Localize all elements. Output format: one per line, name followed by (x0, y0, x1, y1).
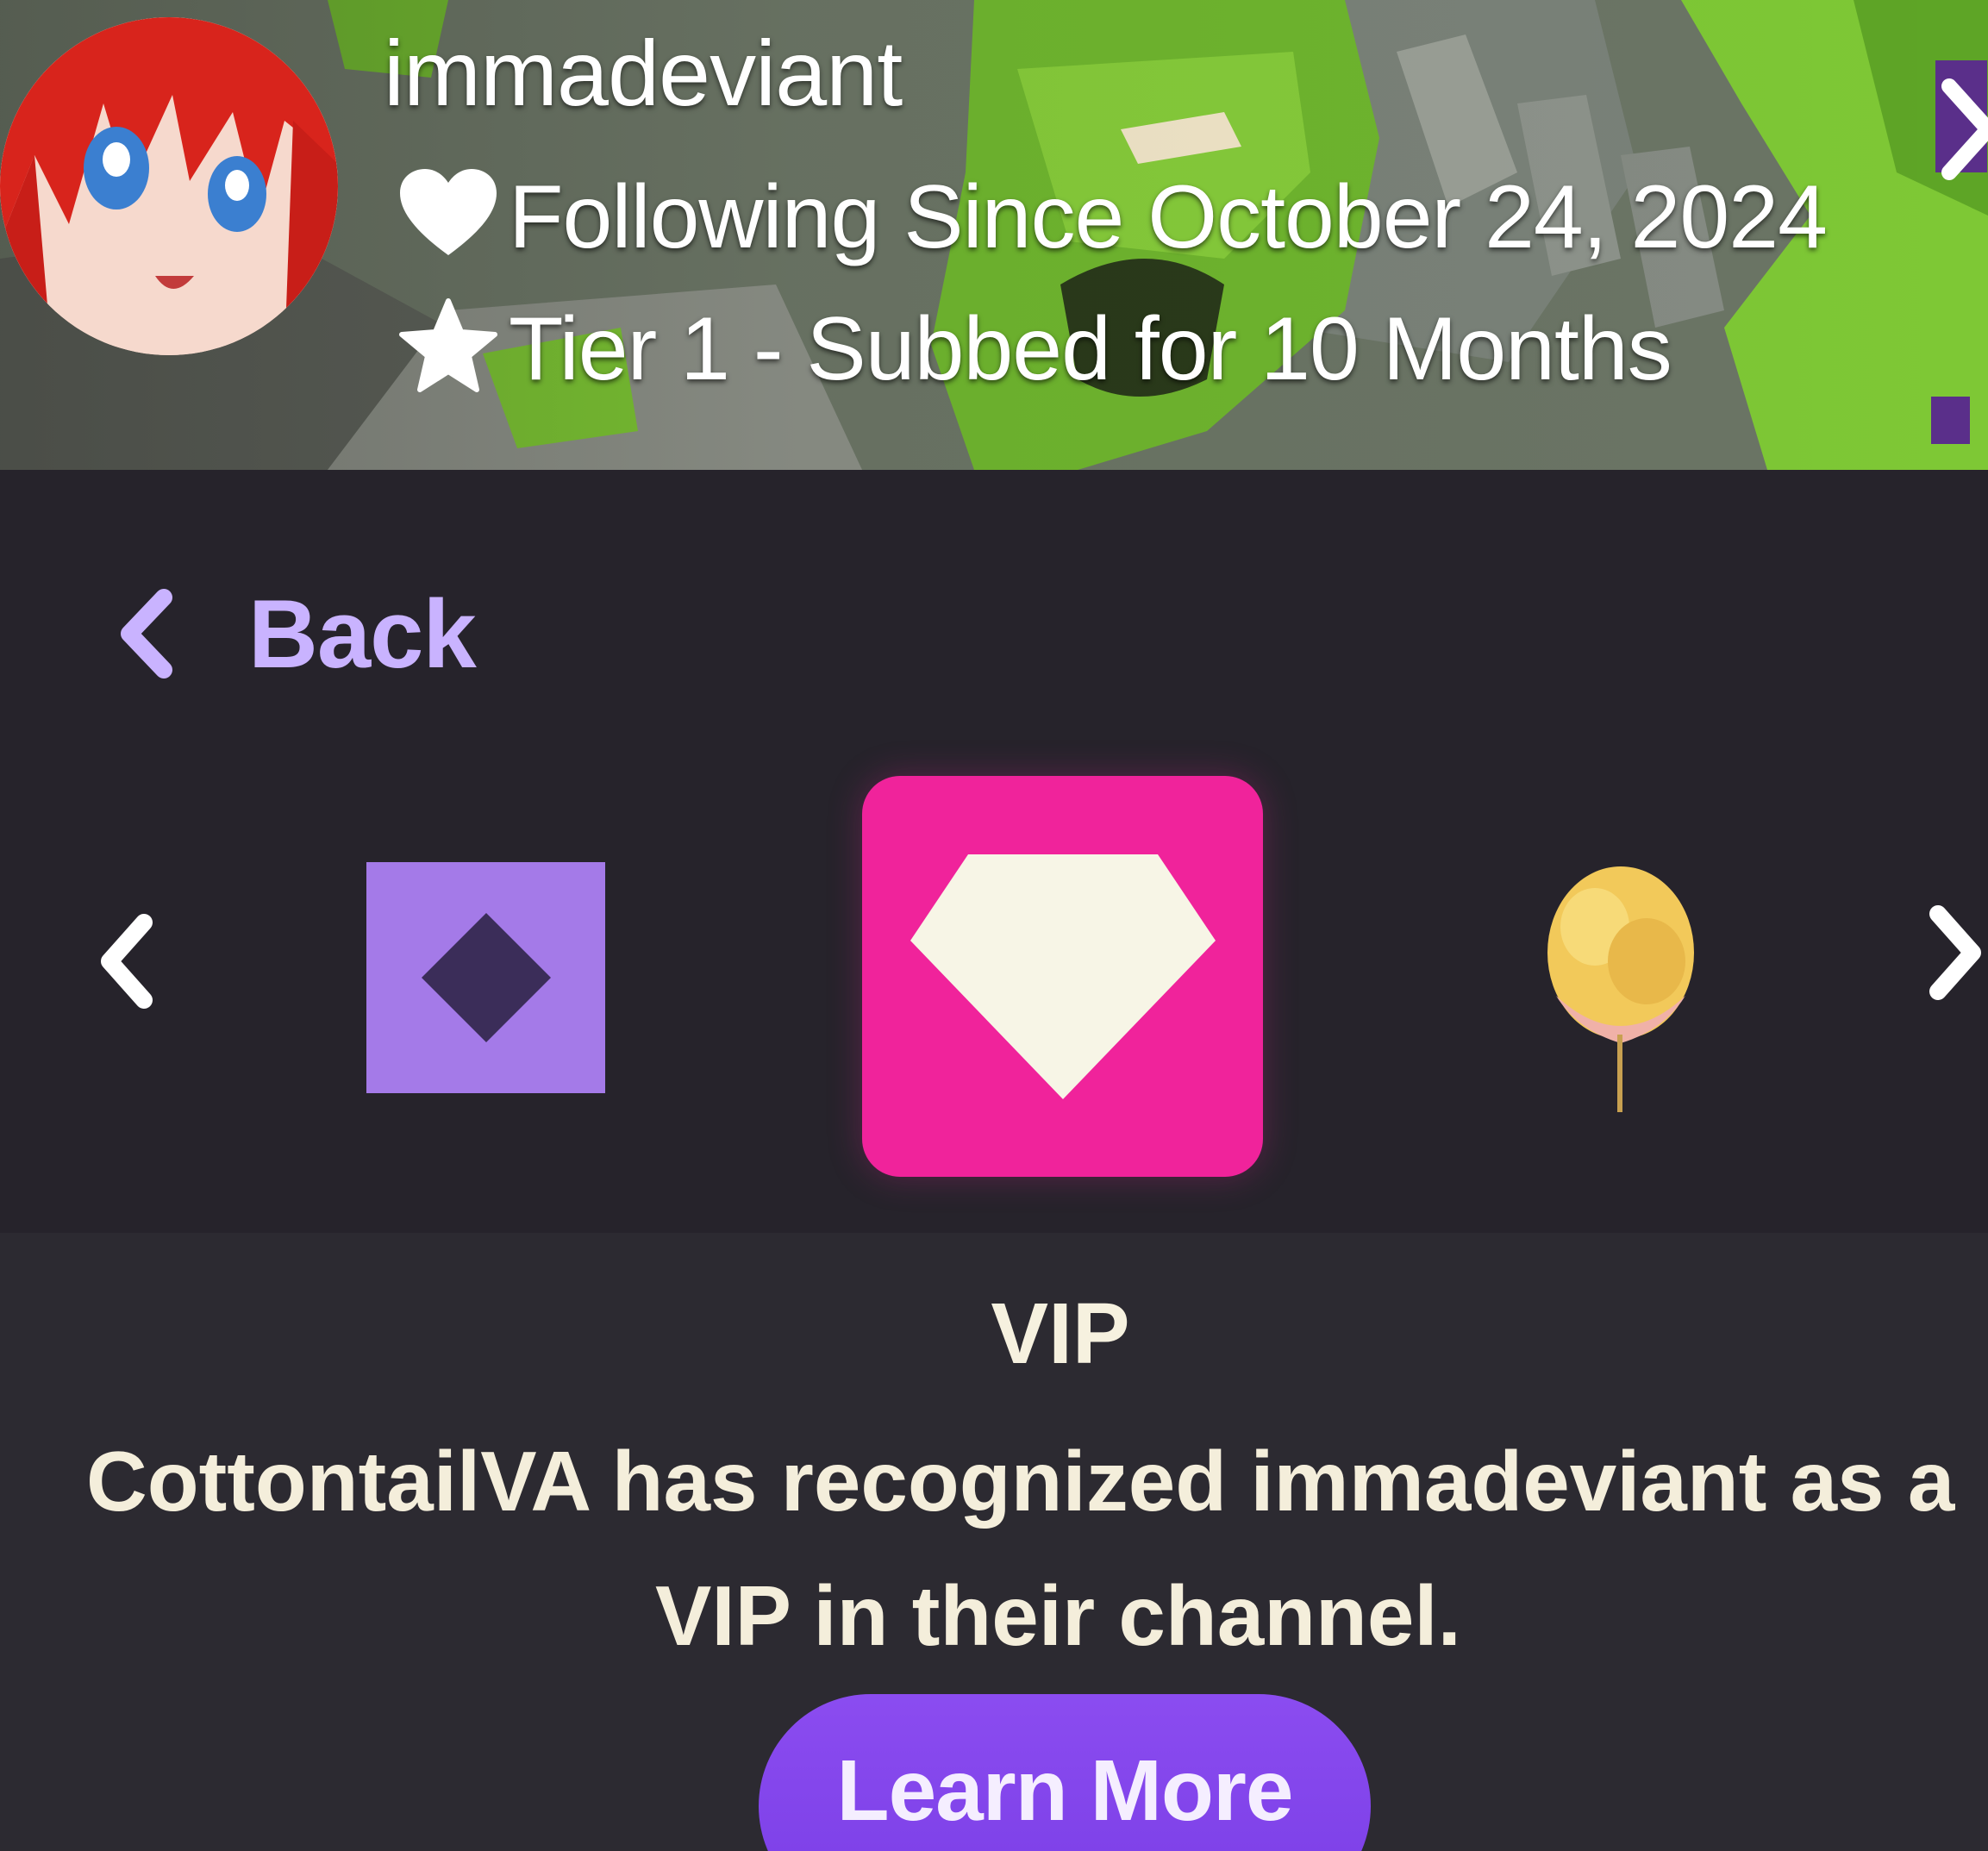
cotton-candy-badge[interactable] (1535, 858, 1707, 1116)
badge-description-line2: VIP in their channel. (655, 1568, 1461, 1663)
subscription-info: Tier 1 - Subbed for 10 Months (397, 297, 1672, 401)
cotton-candy-icon (1547, 866, 1694, 1112)
carousel-next-icon[interactable] (1914, 897, 1988, 1009)
badge-panel: Back (0, 470, 1988, 1233)
following-info: Following Since October 24, 2024 (397, 166, 1828, 269)
vip-badge[interactable] (862, 776, 1263, 1177)
diamond-icon (421, 913, 551, 1042)
carousel-prev-icon[interactable] (91, 905, 168, 1017)
vip-outline-badge[interactable] (366, 862, 605, 1093)
heart-icon (397, 166, 509, 269)
learn-more-button[interactable]: Learn More (759, 1694, 1371, 1851)
banner-next-icon[interactable] (1936, 69, 1988, 190)
username[interactable]: immadeviant (384, 19, 903, 127)
badge-description: CottontailVA has recognized immadeviant … (86, 1414, 1988, 1683)
anime-avatar-image (0, 17, 338, 355)
following-since-text: Following Since October 24, 2024 (509, 166, 1828, 267)
badge-description-line1: CottontailVA has recognized immadeviant … (86, 1434, 1955, 1529)
back-label: Back (248, 579, 477, 688)
back-button[interactable]: Back (110, 569, 477, 698)
avatar[interactable] (0, 17, 338, 355)
profile-banner: immadeviant Following Since October 24, … (0, 0, 1988, 470)
star-icon (397, 297, 509, 401)
subscription-text: Tier 1 - Subbed for 10 Months (509, 298, 1672, 399)
viewer-card: immadeviant Following Since October 24, … (0, 0, 1988, 1851)
gem-icon (910, 854, 1216, 1099)
chevron-left-icon (121, 589, 172, 678)
badge-title: VIP (991, 1285, 1130, 1382)
learn-more-label: Learn More (836, 1742, 1293, 1839)
badge-details: VIP CottontailVA has recognized immadevi… (0, 1233, 1988, 1851)
